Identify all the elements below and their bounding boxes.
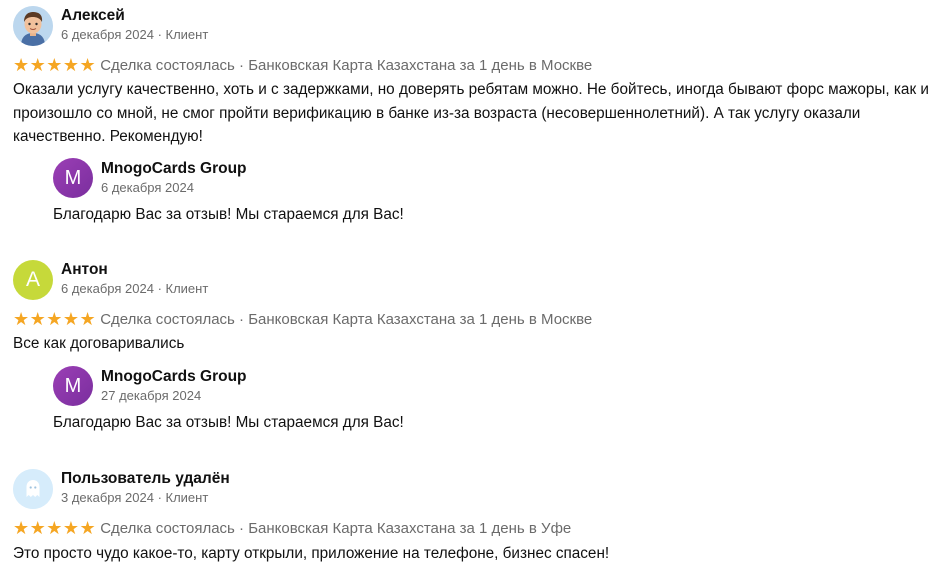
cartoon-person-avatar-icon (13, 6, 53, 46)
review-author[interactable]: Алексей (61, 7, 125, 25)
reply-date: 6 декабря 2024 (101, 180, 194, 195)
review-card: Алексей 6 декабря 2024 · Клиент ★★★★★ Сде… (13, 6, 938, 223)
reply-avatar[interactable]: M (53, 158, 93, 198)
reply-avatar[interactable]: M (53, 366, 93, 406)
review-author[interactable]: Пользователь удалён (61, 470, 230, 488)
review-header: А Антон 6 декабря 2024 · Клиент (13, 260, 938, 304)
avatar[interactable] (13, 6, 53, 46)
deal-info: Сделка состоялась · Банковская Карта Каз… (100, 57, 593, 74)
company-reply: M MnogoCards Group 6 декабря 2024 Благод… (53, 158, 933, 223)
rating-stars: ★★★★★ (13, 518, 97, 538)
review-card: Пользователь удалён 3 декабря 2024 · Кли… (13, 469, 938, 562)
reply-author[interactable]: MnogoCards Group (101, 160, 247, 178)
review-text: Все как договаривались (13, 335, 185, 352)
review-text: Это просто чудо какое-то, карту открыли,… (13, 545, 610, 562)
review-header: Алексей 6 декабря 2024 · Клиент (13, 6, 938, 50)
reply-header: M MnogoCards Group 6 декабря 2024 (53, 158, 933, 202)
review-author[interactable]: Антон (61, 261, 108, 279)
review-header: Пользователь удалён 3 декабря 2024 · Кли… (13, 469, 938, 513)
reply-author[interactable]: MnogoCards Group (101, 368, 247, 386)
review-text: Оказали услугу качественно, хоть и с зад… (13, 81, 929, 145)
reply-date: 27 декабря 2024 (101, 388, 202, 403)
ghost-icon (13, 469, 53, 509)
review-card: А Антон 6 декабря 2024 · Клиент ★★★★★ Сде… (13, 260, 938, 431)
review-meta: 3 декабря 2024 · Клиент (61, 490, 209, 505)
rating-line: ★★★★★ Сделка состоялась · Банковская Карт… (13, 54, 592, 75)
deal-info: Сделка состоялась · Банковская Карта Каз… (100, 520, 572, 537)
review-meta: 6 декабря 2024 · Клиент (61, 27, 209, 42)
rating-line: ★★★★★ Сделка состоялась · Банковская Карт… (13, 517, 571, 538)
rating-stars: ★★★★★ (13, 309, 97, 329)
review-meta: 6 декабря 2024 · Клиент (61, 281, 209, 296)
avatar[interactable] (13, 469, 53, 509)
avatar[interactable]: А (13, 260, 53, 300)
reply-text: Благодарю Вас за отзыв! Мы стараемся для… (53, 414, 404, 431)
rating-line: ★★★★★ Сделка состоялась · Банковская Карт… (13, 308, 592, 329)
reply-header: M MnogoCards Group 27 декабря 2024 (53, 366, 933, 410)
company-reply: M MnogoCards Group 27 декабря 2024 Благо… (53, 366, 933, 431)
reply-text: Благодарю Вас за отзыв! Мы стараемся для… (53, 206, 404, 223)
deal-info: Сделка состоялась · Банковская Карта Каз… (100, 311, 593, 328)
rating-stars: ★★★★★ (13, 55, 97, 75)
